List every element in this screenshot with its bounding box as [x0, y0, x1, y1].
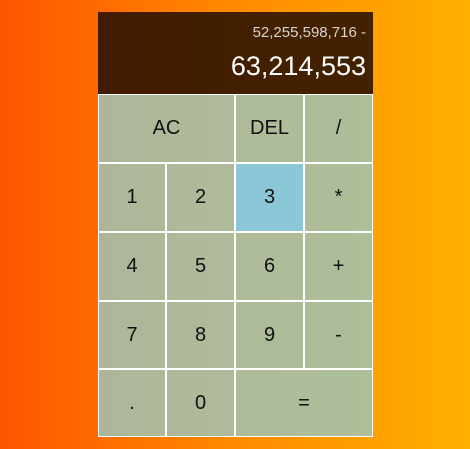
decimal-button[interactable]: .: [98, 369, 166, 437]
calculator: 52,255,598,716 - 63,214,553 AC DEL / 1 2…: [98, 12, 373, 437]
digit-3-button[interactable]: 3: [235, 163, 304, 232]
all-clear-button[interactable]: AC: [98, 94, 235, 163]
equals-button[interactable]: =: [235, 369, 373, 437]
previous-operand: 52,255,598,716 -: [252, 24, 366, 41]
digit-2-button[interactable]: 2: [166, 163, 235, 232]
current-operand: 63,214,553: [230, 51, 366, 81]
digit-5-button[interactable]: 5: [166, 232, 235, 301]
digit-4-button[interactable]: 4: [98, 232, 166, 301]
delete-button[interactable]: DEL: [235, 94, 304, 163]
digit-1-button[interactable]: 1: [98, 163, 166, 232]
digit-9-button[interactable]: 9: [235, 301, 304, 369]
divide-button[interactable]: /: [304, 94, 373, 163]
digit-8-button[interactable]: 8: [166, 301, 235, 369]
digit-7-button[interactable]: 7: [98, 301, 166, 369]
digit-6-button[interactable]: 6: [235, 232, 304, 301]
add-button[interactable]: +: [304, 232, 373, 301]
subtract-button[interactable]: -: [304, 301, 373, 369]
digit-0-button[interactable]: 0: [166, 369, 235, 437]
multiply-button[interactable]: *: [304, 163, 373, 232]
output-display: 52,255,598,716 - 63,214,553: [98, 12, 373, 94]
